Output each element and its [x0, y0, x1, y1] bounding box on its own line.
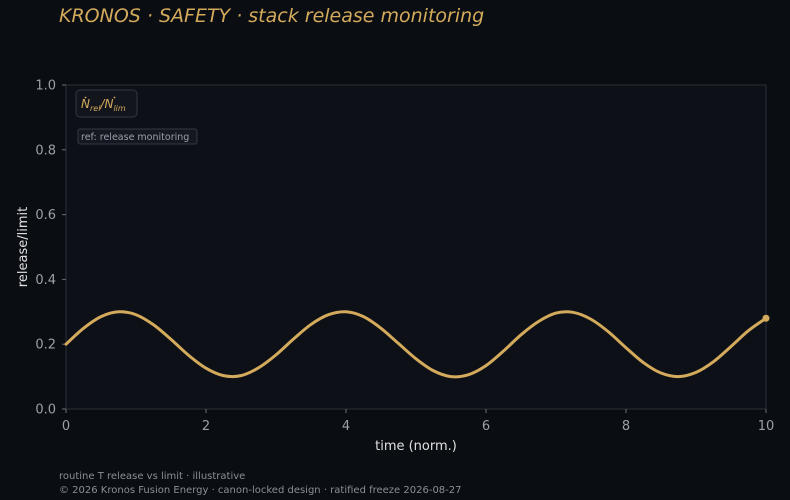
line-chart: 0.00.20.40.60.81.0 0 2 4 6 8 10 time (norm.) …	[16, 79, 774, 455]
x-axis-label: time (norm.)	[375, 439, 457, 454]
y-tick-label: 0.0	[35, 403, 56, 418]
x-tick-label: 6	[482, 419, 490, 434]
x-axis: 0 2 4 6 8 10	[62, 409, 774, 434]
y-tick-label: 0.6	[35, 208, 56, 223]
footer-copyright: © 2026 Kronos Fusion Energy · canon-lock…	[59, 485, 462, 496]
y-tick-label: 0.4	[35, 273, 56, 288]
y-tick-label: 0.2	[35, 338, 56, 353]
annotation-text: ref: release monitoring	[81, 132, 189, 143]
x-tick-label: 10	[758, 419, 775, 434]
x-tick-label: 2	[202, 419, 210, 434]
x-tick-label: 8	[622, 419, 630, 434]
footer-caption: routine T release vs limit · illustrativ…	[59, 471, 246, 482]
y-axis-label: release/limit	[16, 207, 31, 287]
annotation: ref: release monitoring	[77, 128, 198, 145]
legend-dot-over-n-1	[84, 96, 87, 99]
legend: Nrel/Nlim	[75, 89, 138, 118]
y-tick-label: 1.0	[35, 79, 56, 94]
x-tick-label: 4	[342, 419, 350, 434]
x-tick-label: 0	[62, 419, 70, 434]
y-tick-label: 0.8	[35, 143, 56, 158]
series-endpoint	[762, 314, 770, 322]
legend-dot-over-n-2	[113, 96, 116, 99]
y-axis: 0.0 0.2 0.4 0.6 0.8 1.0	[35, 79, 66, 418]
